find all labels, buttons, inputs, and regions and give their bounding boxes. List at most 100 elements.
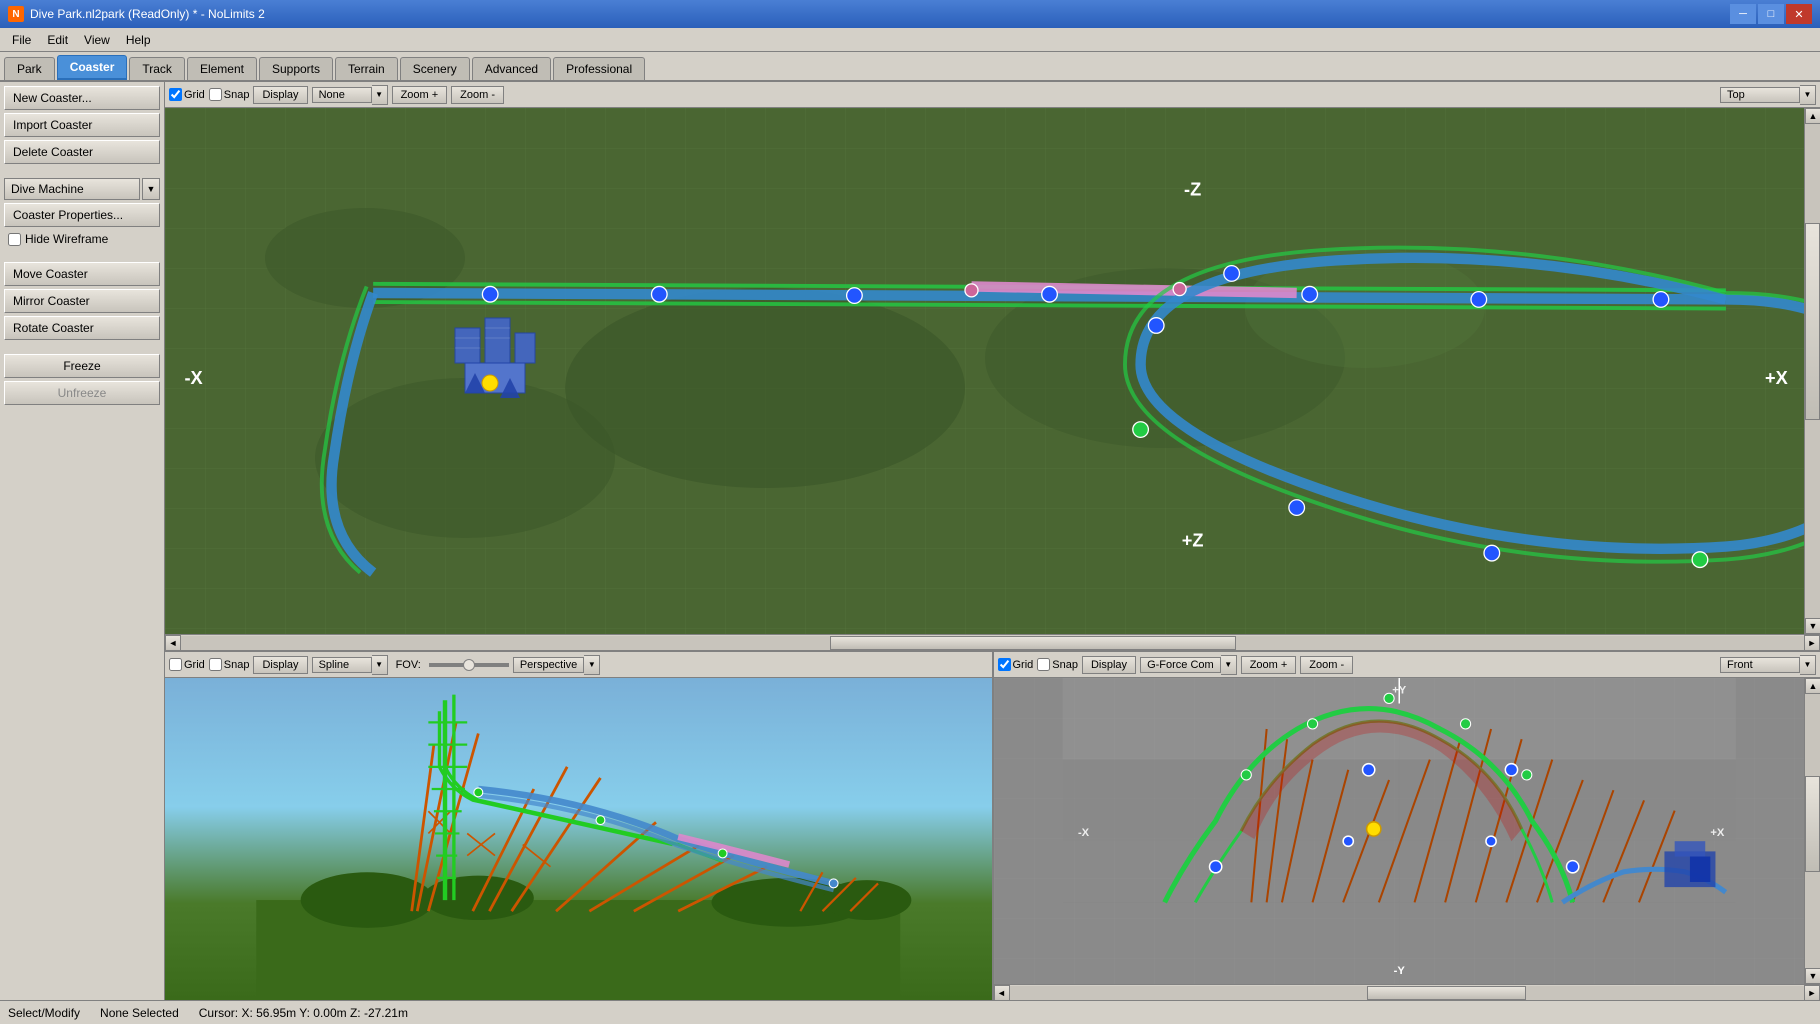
br-gforce-arrow[interactable]: ▼ [1221,655,1237,675]
bottom-right-viewport[interactable]: +Y -X +X [994,678,1805,984]
separator-3 [4,343,160,351]
bl-perspective-arrow[interactable]: ▼ [584,655,600,675]
br-viewtype-arrow[interactable]: ▼ [1800,655,1816,675]
br-hscroll-right-btn[interactable]: ► [1804,985,1820,1001]
status-cursor: Cursor: X: 56.95m Y: 0.00m Z: -27.21m [199,1006,408,1020]
bottom-right-toolbar: Grid Snap Display G-Force Com ▼ Zoom + Z… [994,652,1820,678]
top-zoom-plus-button[interactable]: Zoom + [392,86,448,104]
hide-wireframe-label: Hide Wireframe [25,232,108,246]
bl-grid-checkbox[interactable] [169,658,182,671]
top-grid-checkbox[interactable] [169,88,182,101]
app-icon: N [8,6,24,22]
tab-terrain[interactable]: Terrain [335,57,398,80]
new-coaster-button[interactable]: New Coaster... [4,86,160,110]
vscroll-thumb[interactable] [1805,223,1820,421]
viewports-area: Grid Snap Display None ▼ Zoom + Zoom - T… [165,82,1820,1000]
br-vscroll-down-btn[interactable]: ▼ [1805,968,1820,984]
bl-snap-label: Snap [224,659,250,671]
menu-help[interactable]: Help [118,31,159,49]
br-display-button[interactable]: Display [1082,656,1136,674]
br-zoom-minus-button[interactable]: Zoom - [1300,656,1353,674]
menu-edit[interactable]: Edit [39,31,76,49]
hscroll-left-btn[interactable]: ◄ [165,635,181,651]
tab-professional[interactable]: Professional [553,57,645,80]
br-gforce-option[interactable]: G-Force Com [1140,657,1221,673]
top-display-button[interactable]: Display [253,86,307,104]
br-hscroll-thumb[interactable] [1367,986,1526,1000]
tab-scenery[interactable]: Scenery [400,57,470,80]
top-zoom-minus-button[interactable]: Zoom - [451,86,504,104]
coaster-type-dropdown[interactable]: Dive Machine [4,178,140,200]
bl-spline-option[interactable]: Spline [312,657,372,673]
coaster-type-arrow[interactable]: ▼ [142,178,160,200]
bl-snap-checkbox[interactable] [209,658,222,671]
br-vscroll-up-btn[interactable]: ▲ [1805,678,1820,694]
tab-element[interactable]: Element [187,57,257,80]
menu-file[interactable]: File [4,31,39,49]
vscroll-up-btn[interactable]: ▲ [1805,108,1820,124]
bl-spline-arrow[interactable]: ▼ [372,655,388,675]
bottom-right-hscrollbar[interactable]: ◄ ► [994,984,1820,1000]
br-grid-row: Grid [998,658,1034,671]
br-grid-checkbox[interactable] [998,658,1011,671]
bl-perspective-option[interactable]: Perspective [513,657,584,673]
top-view-dropdown: None ▼ [312,85,388,105]
left-panel: New Coaster... Import Coaster Delete Coa… [0,82,165,1000]
menubar: File Edit View Help [0,28,1820,52]
minimize-button[interactable]: ─ [1730,4,1756,24]
move-coaster-button[interactable]: Move Coaster [4,262,160,286]
coaster-properties-button[interactable]: Coaster Properties... [4,203,160,227]
status-mode: Select/Modify [8,1006,80,1020]
bl-display-button[interactable]: Display [253,656,307,674]
top-none-arrow[interactable]: ▼ [372,85,388,105]
top-viewport-hscrollbar[interactable]: ◄ ► [165,634,1820,650]
tab-supports[interactable]: Supports [259,57,333,80]
title-area: N Dive Park.nl2park (ReadOnly) * - NoLim… [8,6,265,22]
import-coaster-button[interactable]: Import Coaster [4,113,160,137]
br-hscroll-left-btn[interactable]: ◄ [994,985,1010,1001]
br-snap-checkbox[interactable] [1037,658,1050,671]
br-snap-row: Snap [1037,658,1078,671]
top-snap-checkbox-row: Snap [209,88,250,101]
br-viewtype-option[interactable]: Front [1720,657,1800,673]
top-viewtype-option[interactable]: Top [1720,87,1800,103]
rotate-coaster-button[interactable]: Rotate Coaster [4,316,160,340]
bl-spline-dropdown: Spline ▼ [312,655,388,675]
close-button[interactable]: ✕ [1786,4,1812,24]
vscroll-down-btn[interactable]: ▼ [1805,618,1820,634]
br-grid-label: Grid [1013,659,1034,671]
top-viewtype-arrow[interactable]: ▼ [1800,85,1816,105]
bottom-viewports-row: Grid Snap Display Spline ▼ FOV: Perspect… [165,650,1820,1000]
bottom-right-viewport-row: +Y -X +X [994,678,1820,984]
separator-1 [4,167,160,175]
bottom-left-viewport[interactable] [165,678,992,1000]
hscroll-right-btn[interactable]: ► [1804,635,1820,651]
bottom-right-area: Grid Snap Display G-Force Com ▼ Zoom + Z… [994,652,1820,1000]
br-zoom-plus-button[interactable]: Zoom + [1241,656,1297,674]
tabbar: Park Coaster Track Element Supports Terr… [0,52,1820,82]
statusbar: Select/Modify None Selected Cursor: X: 5… [0,1000,1820,1024]
status-selection: None Selected [100,1006,179,1020]
mirror-coaster-button[interactable]: Mirror Coaster [4,289,160,313]
fov-slider[interactable] [429,663,509,667]
tab-track[interactable]: Track [129,57,185,80]
maximize-button[interactable]: □ [1758,4,1784,24]
top-none-option[interactable]: None [312,87,372,103]
top-snap-checkbox[interactable] [209,88,222,101]
delete-coaster-button[interactable]: Delete Coaster [4,140,160,164]
hscroll-thumb[interactable] [830,636,1236,650]
top-viewtype-dropdown: Top ▼ [1720,85,1816,105]
bottom-left-toolbar: Grid Snap Display Spline ▼ FOV: Perspect… [165,652,992,678]
top-viewport-toolbar: Grid Snap Display None ▼ Zoom + Zoom - T… [165,82,1820,108]
unfreeze-button[interactable]: Unfreeze [4,381,160,405]
tab-park[interactable]: Park [4,57,55,80]
menu-view[interactable]: View [76,31,118,49]
top-viewport[interactable]: -Z +Z -X +X [165,108,1804,634]
br-vscroll-thumb[interactable] [1805,776,1820,872]
tab-advanced[interactable]: Advanced [472,57,551,80]
tab-coaster[interactable]: Coaster [57,55,128,80]
freeze-button[interactable]: Freeze [4,354,160,378]
hide-wireframe-checkbox[interactable] [8,233,21,246]
bottom-right-vscrollbar[interactable]: ▲ ▼ [1804,678,1820,984]
top-viewport-vscrollbar[interactable]: ▲ ▼ [1804,108,1820,634]
